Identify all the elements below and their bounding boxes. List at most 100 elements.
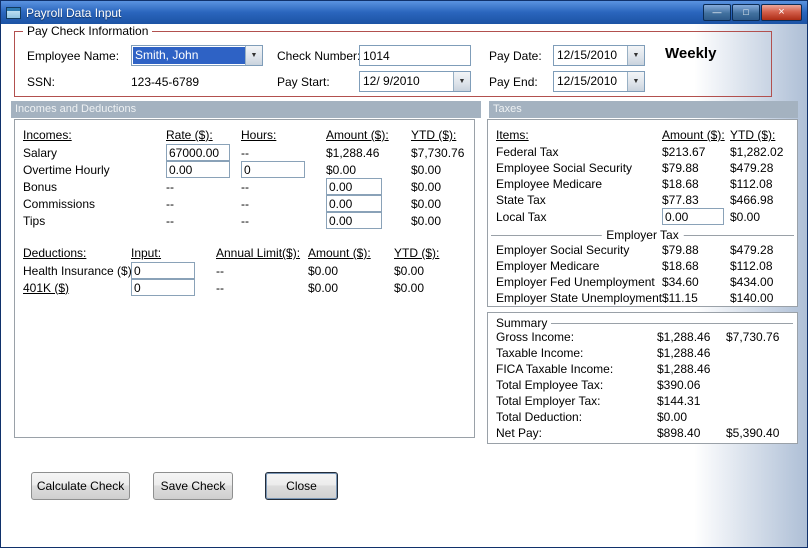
tax-row-federal: Federal Tax $213.67 $1,282.02 [488, 144, 797, 160]
summary-label: Net Pay: [496, 426, 543, 440]
client-area: Pay Check Information Employee Name: Smi… [1, 24, 807, 547]
tax-label: Employer State Unemployment [496, 291, 663, 305]
tax-amount: $213.67 [662, 145, 706, 159]
tax-label: Employer Medicare [496, 259, 600, 273]
taxes-panel: Items: Amount ($): YTD ($): Federal Tax … [487, 119, 798, 307]
summary-label: Total Employee Tax: [496, 378, 604, 392]
minimize-button[interactable]: — [703, 4, 731, 21]
summary-table: Gross Income: $1,288.46 $7,730.76 Taxabl… [488, 329, 797, 441]
incomes-header-row: Incomes: Rate ($): Hours: Amount ($): YT… [15, 126, 474, 144]
tax-ytd: $112.08 [730, 177, 773, 191]
tax-label: Federal Tax [496, 145, 559, 159]
tax-row-employer-fed-unemployment: Employer Fed Unemployment $34.60 $434.00 [488, 274, 797, 290]
tax-label: State Tax [496, 193, 546, 207]
income-row-tips: Tips -- -- $0.00 [15, 212, 474, 229]
summary-title: Summary [496, 316, 552, 330]
save-check-button[interactable]: Save Check [153, 472, 233, 500]
deductions-col-amount: Amount ($): [308, 246, 371, 260]
tax-ytd: $0.00 [730, 209, 761, 224]
income-row-bonus: Bonus -- -- $0.00 [15, 178, 474, 195]
income-hours: -- [241, 145, 249, 160]
titlebar-close-button[interactable]: × [761, 4, 802, 21]
income-rate: -- [166, 179, 174, 194]
deduction-row-401k: 401K ($) -- $0.00 $0.00 [15, 279, 474, 296]
tax-label: Local Tax [496, 209, 547, 224]
app-icon [6, 6, 21, 19]
tax-ytd: $479.28 [730, 161, 774, 175]
dropdown-arrow-icon: ▼ [627, 72, 644, 91]
income-row-commissions: Commissions -- -- $0.00 [15, 195, 474, 212]
salary-rate-input[interactable] [166, 144, 230, 161]
summary-label: Total Deduction: [496, 410, 583, 424]
tax-amount: $11.15 [662, 291, 698, 305]
pay-frequency-label: Weekly [665, 45, 717, 62]
k401-input[interactable] [131, 279, 195, 296]
tax-ytd: $1,282.02 [730, 145, 784, 159]
summary-label: Taxable Income: [496, 346, 584, 360]
deduction-ytd: $0.00 [394, 263, 425, 278]
summary-row-net-pay: Net Pay: $898.40 $5,390.40 [488, 425, 797, 441]
income-hours: -- [241, 213, 249, 228]
tax-ytd: $479.28 [730, 243, 774, 257]
pay-start-picker[interactable]: 12/ 9/2010 ▼ [359, 71, 471, 92]
income-ytd: $7,730.76 [411, 145, 465, 160]
pay-date-label: Pay Date: [489, 49, 542, 63]
summary-row-total-employee-tax: Total Employee Tax: $390.06 [488, 377, 797, 393]
incomes-table: Incomes: Rate ($): Hours: Amount ($): YT… [15, 126, 474, 229]
check-number-input[interactable] [359, 45, 471, 66]
paycheck-group-title: Pay Check Information [23, 24, 153, 38]
summary-amount: $898.40 [657, 426, 701, 440]
income-hours: -- [241, 179, 249, 194]
income-ytd: $0.00 [411, 162, 442, 177]
summary-amount: $1,288.46 [657, 346, 711, 360]
summary-row-taxable-income: Taxable Income: $1,288.46 [488, 345, 797, 361]
tax-row-state: State Tax $77.83 $466.98 [488, 192, 797, 208]
taxes-header-row: Items: Amount ($): YTD ($): [488, 126, 797, 144]
maximize-button[interactable]: □ [732, 4, 760, 21]
health-insurance-input[interactable] [131, 262, 195, 279]
income-row-salary: Salary -- $1,288.46 $7,730.76 [15, 144, 474, 161]
calculate-check-button[interactable]: Calculate Check [31, 472, 130, 500]
incomes-col-item: Incomes: [23, 128, 72, 142]
summary-row-gross-income: Gross Income: $1,288.46 $7,730.76 [488, 329, 797, 345]
summary-label: Total Employer Tax: [496, 394, 601, 408]
income-ytd: $0.00 [411, 213, 442, 228]
summary-amount: $0.00 [657, 410, 688, 424]
tax-amount: $34.60 [662, 275, 699, 289]
income-hours: -- [241, 196, 249, 211]
summary-label: Gross Income: [496, 330, 575, 344]
deduction-row-health-insurance: Health Insurance ($) -- $0.00 $0.00 [15, 262, 474, 279]
dropdown-arrow-icon: ▼ [245, 46, 262, 65]
summary-amount: $390.06 [657, 378, 701, 392]
commissions-amount-input[interactable] [326, 195, 382, 212]
pay-end-picker[interactable]: 12/15/2010 ▼ [553, 71, 645, 92]
pay-end-value: 12/15/2010 [557, 74, 618, 88]
income-amount: $1,288.46 [326, 145, 380, 160]
tax-row-employer-medicare: Employer Medicare $18.68 $112.08 [488, 258, 797, 274]
window-title: Payroll Data Input [26, 5, 122, 20]
tips-amount-input[interactable] [326, 212, 382, 229]
paycheck-info-group: Pay Check Information Employee Name: Smi… [14, 24, 772, 97]
tax-label: Employer Social Security [496, 243, 630, 257]
tax-row-local: Local Tax $0.00 [488, 208, 797, 225]
local-tax-input[interactable] [662, 208, 724, 225]
overtime-rate-input[interactable] [166, 161, 230, 178]
employee-name-label: Employee Name: [27, 49, 120, 63]
tax-label: Employer Fed Unemployment [496, 275, 655, 289]
close-button[interactable]: Close [265, 472, 338, 500]
titlebar: Payroll Data Input — □ × [1, 1, 807, 24]
overtime-hours-input[interactable] [241, 161, 305, 178]
incomes-col-rate: Rate ($): [166, 128, 213, 142]
dropdown-arrow-icon: ▼ [627, 46, 644, 65]
deductions-col-limit: Annual Limit($): [216, 246, 301, 260]
taxes-col-item: Items: [496, 128, 529, 142]
employer-tax-separator: Employer Tax [488, 228, 797, 242]
tax-row-employer-social-security: Employer Social Security $79.88 $479.28 [488, 242, 797, 258]
income-rate: -- [166, 213, 174, 228]
bonus-amount-input[interactable] [326, 178, 382, 195]
pay-date-picker[interactable]: 12/15/2010 ▼ [553, 45, 645, 66]
employee-name-select[interactable]: Smith, John ▼ [131, 45, 263, 66]
tax-ytd: $466.98 [730, 193, 774, 207]
taxes-table: Items: Amount ($): YTD ($): Federal Tax … [488, 126, 797, 306]
summary-panel: Summary Gross Income: $1,288.46 $7,730.7… [487, 312, 798, 444]
